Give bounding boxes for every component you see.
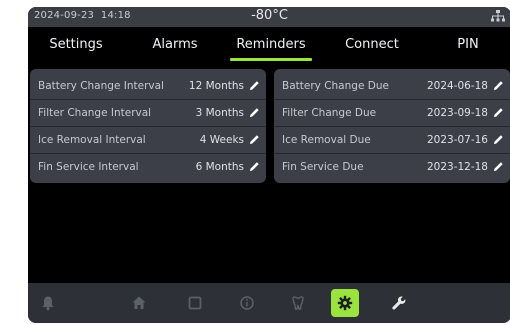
row-label: Ice Removal Due (282, 134, 371, 146)
nav-service-button[interactable] (284, 289, 312, 317)
row-value: 6 Months (195, 161, 244, 173)
square-icon (188, 296, 202, 310)
device-screen: 2024-09-23 14:18 -80°C Settings Alarms R… (28, 7, 510, 323)
temperature-readout: -80°C (251, 8, 288, 23)
ice-removal-due-row[interactable]: Ice Removal Due 2023-07-16 (274, 126, 510, 153)
row-divider (30, 153, 266, 154)
wrench-icon (392, 296, 406, 310)
row-divider (274, 153, 510, 154)
tab-settings[interactable]: Settings (36, 35, 116, 65)
row-label: Filter Change Due (282, 107, 377, 119)
info-icon (240, 296, 254, 310)
pencil-icon[interactable] (249, 161, 260, 172)
fin-service-interval-row[interactable]: Fin Service Interval 6 Months (30, 153, 266, 180)
status-bar: 2024-09-23 14:18 -80°C (28, 7, 510, 27)
row-divider (274, 126, 510, 127)
intervals-panel: Battery Change Interval 12 Months Filter… (30, 69, 266, 183)
bottom-nav (28, 283, 510, 323)
nav-alarms-button[interactable] (34, 289, 62, 317)
nav-tools-button[interactable] (385, 289, 413, 317)
row-value: 3 Months (195, 107, 244, 119)
row-value: 4 Weeks (199, 134, 244, 146)
pencil-icon[interactable] (249, 134, 260, 145)
tab-reminders[interactable]: Reminders (224, 35, 318, 65)
tab-alarms[interactable]: Alarms (138, 35, 212, 65)
row-label: Filter Change Interval (38, 107, 152, 119)
nav-display-button[interactable] (181, 289, 209, 317)
nav-info-button[interactable] (233, 289, 261, 317)
tab-connect[interactable]: Connect (330, 35, 414, 65)
row-value: 2024-06-18 (426, 80, 488, 92)
fin-service-due-row[interactable]: Fin Service Due 2023-12-18 (274, 153, 510, 180)
pencil-icon[interactable] (493, 161, 504, 172)
row-divider (30, 126, 266, 127)
ice-removal-interval-row[interactable]: Ice Removal Interval 4 Weeks (30, 126, 266, 153)
filter-change-due-row[interactable]: Filter Change Due 2023-09-18 (274, 99, 510, 126)
row-value: 12 Months (188, 80, 244, 92)
row-value: 2023-07-16 (426, 134, 488, 146)
tab-bar: Settings Alarms Reminders Connect PIN (28, 35, 510, 65)
bell-icon (42, 296, 54, 311)
row-value: 2023-09-18 (426, 107, 488, 119)
pencil-icon[interactable] (493, 134, 504, 145)
network-icon (491, 10, 505, 22)
pencil-icon[interactable] (249, 107, 260, 118)
row-value: 2023-12-18 (426, 161, 488, 173)
filter-change-interval-row[interactable]: Filter Change Interval 3 Months (30, 99, 266, 126)
tooth-icon (292, 296, 304, 310)
row-divider (30, 99, 266, 100)
row-label: Battery Change Due (282, 80, 389, 92)
battery-change-due-row[interactable]: Battery Change Due 2024-06-18 (274, 72, 510, 99)
row-label: Fin Service Interval (38, 161, 139, 173)
row-label: Fin Service Due (282, 161, 364, 173)
pencil-icon[interactable] (493, 107, 504, 118)
pencil-icon[interactable] (493, 80, 504, 91)
nav-home-button[interactable] (125, 289, 153, 317)
row-divider (274, 99, 510, 100)
due-dates-panel: Battery Change Due 2024-06-18 Filter Cha… (274, 69, 510, 183)
battery-change-interval-row[interactable]: Battery Change Interval 12 Months (30, 72, 266, 99)
home-icon (132, 296, 146, 309)
row-label: Battery Change Interval (38, 80, 164, 92)
nav-settings-button[interactable] (331, 289, 359, 317)
gear-icon (337, 295, 353, 311)
tab-pin[interactable]: PIN (438, 35, 498, 65)
pencil-icon[interactable] (249, 80, 260, 91)
row-label: Ice Removal Interval (38, 134, 146, 146)
